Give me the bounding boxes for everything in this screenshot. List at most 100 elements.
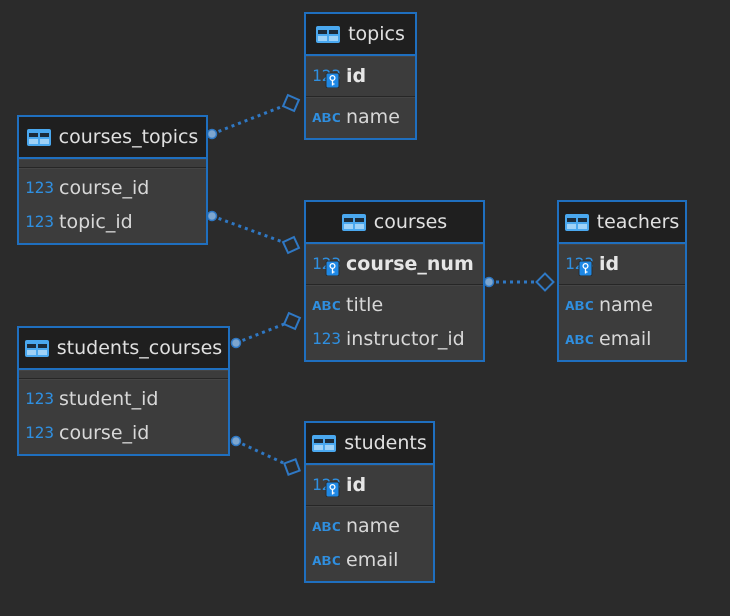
column-name: id <box>346 474 367 496</box>
table-courses[interactable]: courses123course_numABCtitle123instructo… <box>304 200 485 362</box>
column-row[interactable]: ABC email <box>306 543 433 577</box>
svg-text:123: 123 <box>312 329 341 348</box>
column-name: course_id <box>59 177 150 199</box>
key-section: 123id <box>559 244 685 284</box>
column-name: course_num <box>346 253 474 275</box>
link-line <box>211 104 285 136</box>
numeric-type-icon-key: 123 <box>312 66 341 88</box>
table-header[interactable]: topics <box>306 14 415 56</box>
column-name: title <box>346 294 384 316</box>
link-end-diamond <box>281 235 301 255</box>
svg-text:ABC: ABC <box>312 111 341 125</box>
table-courses-topics[interactable]: courses_topics 123 course_id 123 topic_id <box>17 115 208 245</box>
table-header[interactable]: students <box>306 423 433 465</box>
text-type-icon: ABC <box>312 111 341 125</box>
link-start-dot <box>230 337 242 349</box>
svg-text:ABC: ABC <box>312 299 341 313</box>
table-icon <box>341 213 366 231</box>
table-header[interactable]: teachers <box>559 202 685 244</box>
table-icon <box>316 25 341 43</box>
link-start-dot <box>230 435 242 447</box>
link-line <box>211 214 285 244</box>
columns-section: ABC title 123 instructor_id <box>306 284 483 360</box>
column-name: name <box>346 515 400 537</box>
column-name: id <box>599 253 620 275</box>
key-section: 123id <box>306 465 433 505</box>
numeric-type-icon: 123 <box>25 389 54 408</box>
numeric-type-icon: 123 <box>312 329 341 348</box>
column-row[interactable]: 123 topic_id <box>19 205 206 239</box>
link-end-diamond <box>281 93 301 113</box>
svg-text:123: 123 <box>25 212 54 231</box>
column-row[interactable]: ABC title <box>306 288 483 322</box>
column-row[interactable]: 123 course_id <box>19 416 228 450</box>
column-row[interactable]: 123course_num <box>306 244 483 284</box>
column-name: student_id <box>59 388 159 410</box>
link-start-dot <box>483 276 495 288</box>
svg-text:ABC: ABC <box>565 333 594 347</box>
column-row[interactable]: 123 course_id <box>19 171 206 205</box>
text-type-icon: ABC <box>312 554 341 568</box>
numeric-type-icon-key: 123 <box>312 254 341 276</box>
relationship-link-courses-to-teachers[interactable] <box>483 272 555 292</box>
relationship-link-courses-topics-to-courses[interactable] <box>206 210 301 255</box>
column-row[interactable]: ABC name <box>559 288 685 322</box>
svg-text:123: 123 <box>25 423 54 442</box>
column-row[interactable]: 123 student_id <box>19 382 228 416</box>
table-icon <box>312 434 337 452</box>
numeric-type-icon: 123 <box>25 178 54 197</box>
column-row[interactable]: 123id <box>559 244 685 284</box>
key-section <box>19 159 206 167</box>
column-row[interactable]: 123id <box>306 465 433 505</box>
table-topics[interactable]: topics 123id ABC name <box>304 12 417 140</box>
link-start-dot <box>206 210 218 222</box>
link-line <box>235 439 286 465</box>
key-section: 123course_num <box>306 244 483 284</box>
link-end-diamond <box>283 458 301 476</box>
column-name: course_id <box>59 422 150 444</box>
column-row[interactable]: ABC email <box>559 322 685 356</box>
table-name: courses_topics <box>58 126 199 148</box>
column-row[interactable]: ABC name <box>306 509 433 543</box>
link-start-dot <box>206 128 218 140</box>
link-line <box>235 322 286 345</box>
table-students[interactable]: students123idABCnameABCemail <box>304 421 435 583</box>
table-students-courses[interactable]: students_courses 123 student_id 123 course_i… <box>17 326 230 456</box>
table-name: topics <box>348 23 405 45</box>
numeric-type-icon: 123 <box>25 212 54 231</box>
relationship-link-students-courses-to-students[interactable] <box>230 435 301 476</box>
column-row[interactable]: 123id <box>306 56 415 96</box>
link-end-diamond <box>535 272 555 292</box>
table-header[interactable]: courses_topics <box>19 117 206 159</box>
column-row[interactable]: ABC name <box>306 100 415 134</box>
relationship-link-courses-topics-to-topics[interactable] <box>206 93 301 140</box>
svg-text:123: 123 <box>25 178 54 197</box>
svg-text:ABC: ABC <box>565 299 594 313</box>
table-icon <box>564 213 589 231</box>
text-type-icon: ABC <box>565 333 594 347</box>
columns-section: 123 student_id 123 course_id <box>19 378 228 454</box>
table-name: courses <box>373 211 448 233</box>
table-teachers[interactable]: teachers123idABCnameABCemail <box>557 200 687 362</box>
table-name: students <box>344 432 427 454</box>
table-name: students_courses <box>56 337 223 359</box>
columns-section: 123 course_id 123 topic_id <box>19 167 206 243</box>
numeric-type-icon-key: 123 <box>565 254 594 276</box>
column-name: name <box>346 106 400 128</box>
key-section <box>19 370 228 378</box>
text-type-icon: ABC <box>565 299 594 313</box>
column-name: name <box>599 294 653 316</box>
relationship-link-students-courses-to-courses[interactable] <box>230 311 302 349</box>
numeric-type-icon-key: 123 <box>312 475 341 497</box>
columns-section: ABC name <box>306 96 415 138</box>
key-section: 123id <box>306 56 415 96</box>
table-header[interactable]: courses <box>306 202 483 244</box>
column-row[interactable]: 123 instructor_id <box>306 322 483 356</box>
table-icon <box>24 339 49 357</box>
er-diagram-canvas[interactable]: topics123idABCnamecourses_topics123cours… <box>0 0 730 616</box>
column-name: instructor_id <box>346 328 465 350</box>
svg-text:ABC: ABC <box>312 520 341 534</box>
columns-section: ABC name ABC email <box>559 284 685 360</box>
table-header[interactable]: students_courses <box>19 328 228 370</box>
svg-text:ABC: ABC <box>312 554 341 568</box>
